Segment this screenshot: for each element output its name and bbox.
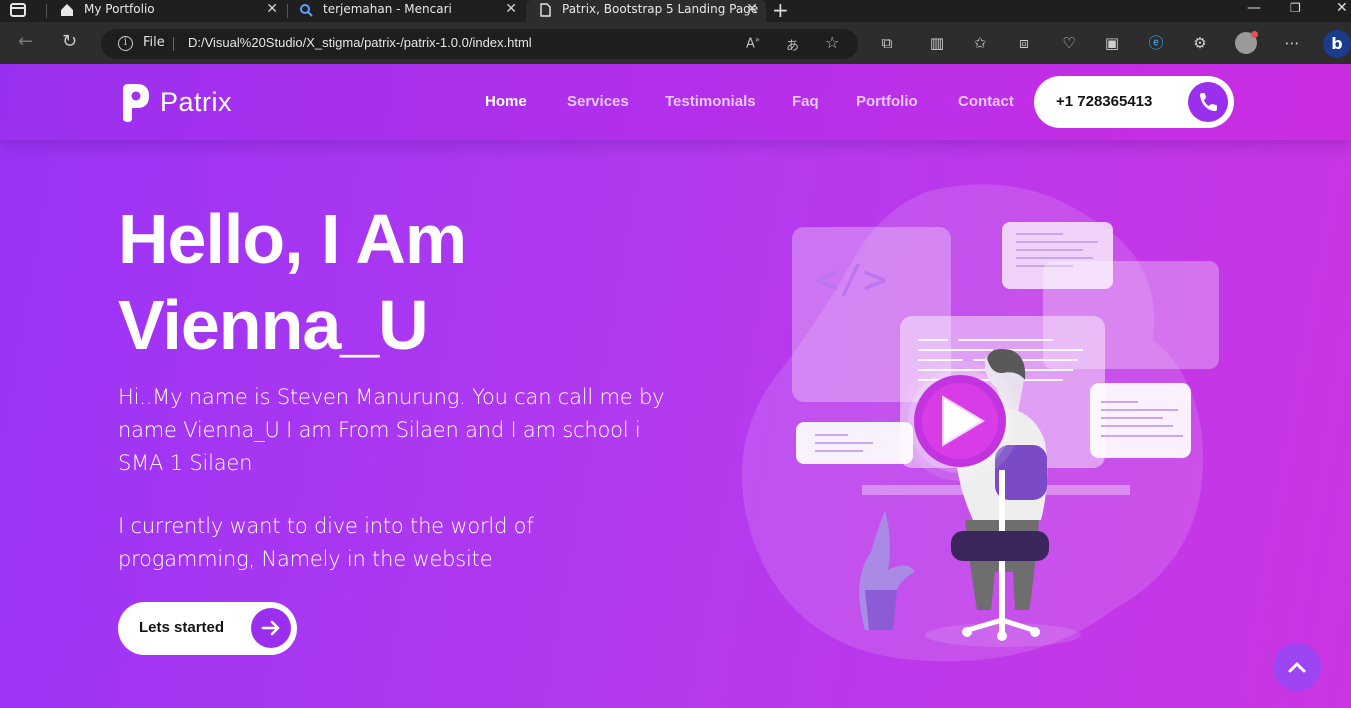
page-icon [540, 3, 551, 17]
hero-goal-text: I currently want to dive into the world … [118, 514, 534, 571]
lets-started-button[interactable]: Lets started [118, 602, 297, 655]
phone-button[interactable]: +1 728365413 [1034, 76, 1234, 128]
nav-testimonials[interactable]: Testimonials [665, 93, 756, 110]
extensions-icon[interactable]: ⧉ [878, 34, 896, 52]
text-card-right [1090, 383, 1191, 458]
nav-home[interactable]: Home [485, 93, 527, 110]
home-icon [61, 4, 73, 16]
cta-arrow-circle [251, 608, 291, 648]
video-play-button[interactable] [914, 375, 1006, 467]
tab-title: Patrix, Bootstrap 5 Landing Page [562, 2, 759, 16]
tab-title: My Portfolio [84, 2, 155, 16]
chair-wheel [962, 627, 972, 637]
url-scheme-label: File [143, 35, 165, 50]
code-symbol: </> [815, 257, 887, 303]
restore-icon[interactable]: ❐ [1290, 1, 1301, 15]
hero-title: Hello, I Am Vienna_U [118, 196, 467, 368]
tab-patrix[interactable]: Patrix, Bootstrap 5 Landing Page ✕ [526, 0, 766, 22]
phone-icon-circle [1188, 82, 1228, 122]
read-aloud-icon[interactable]: A» [746, 35, 760, 51]
math-solver-icon[interactable]: ▣ [1103, 34, 1121, 52]
nav-portfolio[interactable]: Portfolio [856, 93, 918, 110]
collections-icon[interactable]: ⧈ [1015, 34, 1033, 52]
phone-number: +1 728365413 [1056, 93, 1153, 110]
hero-illustration: </> [741, 184, 1219, 662]
address-bar[interactable]: i File D:/Visual%20Studio/X_stigma/patri… [101, 29, 858, 59]
browser-tab-strip: My Portfolio ✕ terjemahan - Mencari ✕ Pa… [0, 0, 1351, 22]
arrow-right-icon [261, 620, 280, 636]
favorite-star-icon[interactable]: ☆ [825, 33, 839, 52]
patrix-logo-icon [123, 84, 149, 122]
nav-services[interactable]: Services [567, 93, 629, 110]
landing-page: Patrix Home Services Testimonials Faq Po… [0, 64, 1351, 708]
favorites-icon[interactable]: ✩ [971, 34, 989, 52]
back-icon[interactable]: ← [18, 31, 33, 52]
translate-icon[interactable]: あ [786, 35, 799, 54]
phone-icon [1200, 93, 1217, 111]
tab-actions-icon[interactable] [10, 3, 26, 17]
performance-icon[interactable]: ⚙ [1191, 34, 1209, 52]
chevron-up-icon [1288, 662, 1306, 673]
chair-wheel [997, 631, 1007, 641]
split-screen-icon[interactable]: ▥ [928, 34, 946, 52]
url-divider [173, 37, 174, 51]
browser-toolbar: ← ↻ i File D:/Visual%20Studio/X_stigma/p… [0, 22, 1351, 64]
nav-faq[interactable]: Faq [792, 93, 819, 110]
url-text[interactable]: D:/Visual%20Studio/X_stigma/patrix-/patr… [188, 35, 532, 50]
scroll-to-top-button[interactable] [1273, 643, 1321, 691]
close-icon[interactable]: ✕ [266, 0, 278, 18]
search-icon [300, 4, 313, 17]
info-icon[interactable]: i [118, 36, 133, 51]
site-navbar: Patrix Home Services Testimonials Faq Po… [0, 64, 1351, 140]
minimize-icon[interactable]: — [1247, 0, 1261, 16]
nav-contact[interactable]: Contact [958, 93, 1014, 110]
plant-pot [865, 590, 897, 630]
tab-title: terjemahan - Mencari [323, 2, 452, 16]
cta-label: Lets started [139, 619, 225, 636]
chair-seat [951, 531, 1049, 561]
browser-essentials-icon[interactable]: ♡ [1060, 34, 1078, 52]
tab-separator [46, 4, 47, 18]
brand-name: Patrix [160, 87, 233, 117]
more-menu-icon[interactable]: ⋯ [1283, 34, 1301, 52]
close-icon[interactable]: ✕ [505, 0, 517, 18]
bing-copilot-icon[interactable]: b [1323, 30, 1351, 58]
hero-title-line1: Hello, I Am [118, 200, 467, 278]
refresh-icon[interactable]: ↻ [62, 31, 77, 52]
profile-avatar[interactable] [1235, 31, 1258, 54]
chair-wheel [1030, 627, 1040, 637]
tab-my-portfolio[interactable]: My Portfolio ✕ [48, 0, 286, 22]
tab-terjemahan[interactable]: terjemahan - Mencari ✕ [287, 0, 525, 22]
hero-title-line2: Vienna_U [118, 286, 429, 364]
edge-ie-mode-icon[interactable]: ⓔ [1147, 34, 1165, 52]
new-tab-icon[interactable]: + [772, 0, 789, 22]
close-icon[interactable]: ✕ [746, 0, 758, 18]
hero-intro-text: Hi..My name is Steven Manurung. You can … [118, 385, 665, 475]
window-close-icon[interactable]: ✕ [1336, 0, 1348, 16]
